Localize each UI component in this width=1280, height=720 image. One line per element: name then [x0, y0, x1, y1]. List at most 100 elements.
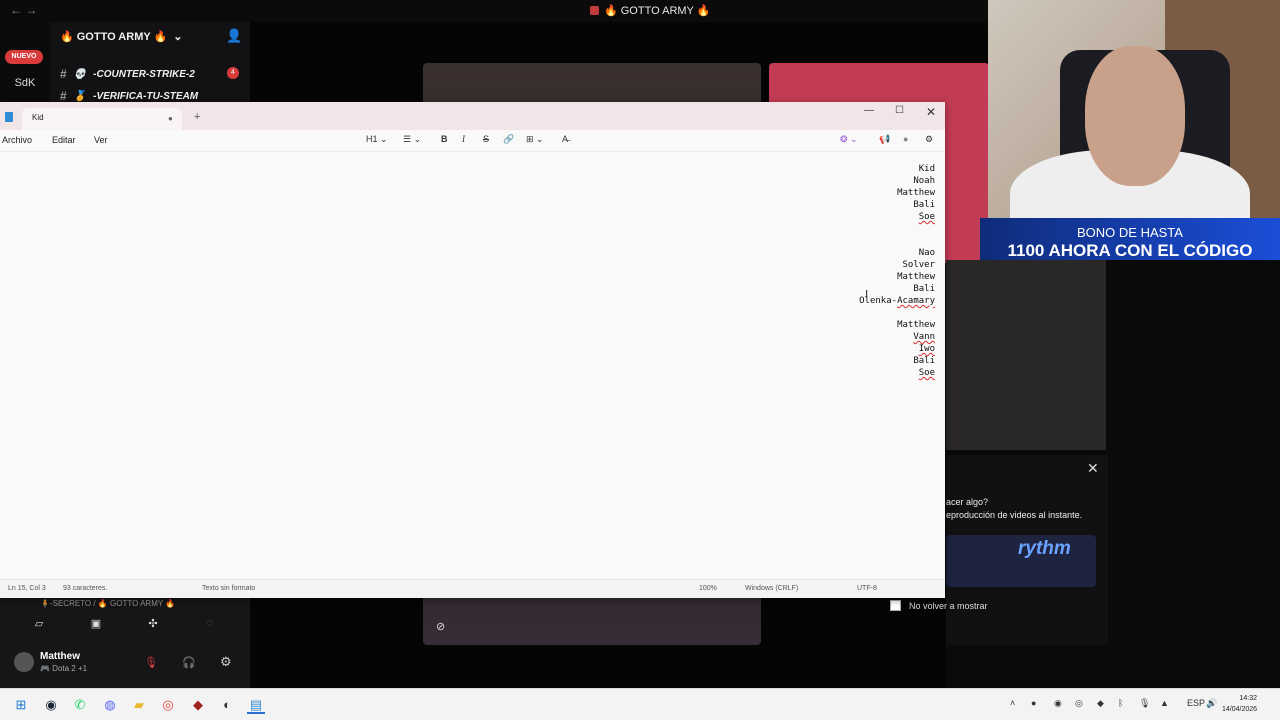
chevron-up-icon[interactable]: ˄: [1010, 698, 1015, 708]
add-member-icon[interactable]: 👤: [226, 28, 242, 44]
char-count: 93 caracteres.: [63, 585, 108, 592]
menu-editar[interactable]: Editar: [52, 135, 76, 145]
server-icon: [590, 6, 599, 15]
video-tile[interactable]: [946, 260, 1106, 450]
misspelled-word[interactable]: Vann: [913, 332, 935, 342]
volume-icon[interactable]: 🔊: [1206, 698, 1217, 709]
headphones-muted-icon[interactable]: 🎧: [182, 656, 196, 669]
user-status: 🎮 Dota 2 +1: [40, 664, 88, 673]
nav-arrows[interactable]: ← →: [10, 3, 37, 17]
channel-name: -VERIFICA-TU-STEAM: [93, 90, 199, 102]
line-endings[interactable]: Windows (CRLF): [745, 585, 798, 592]
clock[interactable]: 14:32 14/04/2026: [1222, 693, 1257, 715]
titlebar: Kid ● + — ☐ ✕: [0, 102, 945, 130]
format-status[interactable]: Texto sin formato: [202, 585, 255, 592]
editor-line: Solver: [902, 260, 935, 270]
editor-line: Kid: [919, 164, 935, 174]
copilot-icon[interactable]: ❂ ⌄: [840, 134, 858, 145]
mic-muted-icon[interactable]: 🎙: [144, 656, 158, 669]
steam-tray-icon[interactable]: ◎: [1075, 698, 1083, 709]
microphone-icon[interactable]: 🎙: [1139, 698, 1150, 709]
editor-line: Bali: [913, 200, 935, 210]
line-text: Matthew: [897, 320, 935, 330]
gear-icon[interactable]: ⚙: [925, 134, 933, 145]
line-text: Matthew: [897, 188, 935, 198]
heading-dropdown[interactable]: H1 ⌄: [366, 134, 388, 145]
tray-icon[interactable]: ◆: [1097, 698, 1104, 709]
network-icon[interactable]: ▲: [1160, 698, 1169, 708]
editor-area[interactable]: Kid Noah Matthew Bali Soe Nao Solver Matthew Bal…: [0, 152, 945, 579]
channel-item-verifica[interactable]: # 🏅 -VERIFICA-TU-STEAM: [60, 89, 198, 103]
minimize-icon[interactable]: —: [864, 105, 874, 116]
server-name[interactable]: 🔥 GOTTO ARMY 🔥 ⌄: [60, 30, 182, 43]
nuevo-badge[interactable]: NUEVO: [5, 50, 43, 64]
dont-show-label[interactable]: No volver a mostrar: [909, 601, 988, 611]
table-dropdown[interactable]: ⊞ ⌄: [526, 134, 544, 145]
tray-icon[interactable]: ●: [1031, 698, 1036, 708]
folder-icon[interactable]: ▰: [130, 696, 148, 714]
screen-share-icon[interactable]: ▣: [75, 617, 117, 631]
chrome-icon[interactable]: ◎: [159, 696, 177, 714]
stream-muted-icon[interactable]: ⊘: [436, 620, 445, 633]
soundboard-icon[interactable]: ◌: [189, 617, 231, 631]
line-text: Matthew: [897, 272, 935, 282]
discord-title-text: 🔥 GOTTO ARMY 🔥: [604, 5, 711, 17]
hash-icon: #: [60, 67, 67, 81]
list-dropdown[interactable]: ☰ ⌄: [403, 134, 421, 145]
cursor-position: Ln 15, Col 3: [8, 585, 46, 592]
italic-button[interactable]: I: [462, 134, 465, 144]
avatar[interactable]: [14, 652, 34, 672]
game-launcher-icon[interactable]: ◐: [218, 696, 236, 714]
strikethrough-button[interactable]: S: [483, 134, 489, 144]
misspelled-word[interactable]: Soe: [919, 368, 935, 378]
editor-line: Matthew: [897, 320, 935, 330]
menu-ver[interactable]: Ver: [94, 135, 108, 145]
dota-icon[interactable]: ◆: [189, 696, 207, 714]
misspelled-word[interactable]: Acamary: [897, 296, 935, 306]
account-icon[interactable]: ●: [903, 134, 908, 144]
clock-time: 14:32: [1239, 695, 1258, 702]
windows-start-icon[interactable]: ⊞: [12, 696, 30, 714]
camera-off-icon[interactable]: ▱: [18, 617, 60, 631]
editor-line: Matthew: [897, 188, 935, 198]
clear-format-icon[interactable]: A̶: [562, 134, 568, 144]
whatsapp-icon[interactable]: ✆: [71, 696, 89, 714]
misspelled-word[interactable]: Iwo: [919, 344, 935, 354]
tray-icon[interactable]: ◉: [1054, 698, 1062, 709]
close-icon[interactable]: ✕: [1087, 460, 1099, 477]
unsaved-dot-icon[interactable]: ●: [168, 114, 173, 123]
gear-icon[interactable]: ⚙: [220, 654, 232, 670]
editor-line: Matthew: [897, 272, 935, 282]
rythm-logo: rythm: [1018, 538, 1071, 559]
encoding[interactable]: UTF-8: [857, 585, 877, 592]
bluetooth-icon[interactable]: ᛒ: [1118, 698, 1123, 708]
editor-line: Bali: [913, 284, 935, 294]
discord-icon[interactable]: ◍: [101, 696, 119, 714]
maximize-icon[interactable]: ☐: [895, 105, 904, 116]
chevron-down-icon: ⌄: [173, 31, 183, 43]
new-tab-button[interactable]: +: [194, 111, 200, 123]
link-icon[interactable]: 🔗: [503, 134, 514, 145]
dont-show-checkbox[interactable]: [890, 600, 901, 611]
server-sdk[interactable]: SdK: [7, 72, 43, 94]
voice-panel: 🧍-SECRETO / 🔥 GOTTO ARMY 🔥 ▱ ▣ ✣ ◌ Matth…: [0, 598, 250, 688]
activities-icon[interactable]: ✣: [132, 617, 174, 631]
misspelled-word[interactable]: Soe: [919, 212, 935, 222]
megaphone-icon[interactable]: 📢: [879, 134, 890, 145]
menu-archivo[interactable]: Archivo: [2, 135, 32, 145]
popup-text: eproducción de videos al instante.: [946, 510, 1083, 520]
channel-name: -COUNTER-STRIKE-2: [93, 68, 195, 80]
language-indicator[interactable]: ESP: [1187, 698, 1205, 708]
steam-icon[interactable]: ◉: [42, 696, 60, 714]
list-icon: ☰: [403, 134, 412, 144]
editor-line: Soe: [919, 368, 935, 378]
close-icon[interactable]: ✕: [926, 105, 936, 119]
channel-item-counter-strike[interactable]: # 💀 -COUNTER-STRIKE-2: [60, 67, 195, 81]
discord-titlebar: ← → 🔥 GOTTO ARMY 🔥: [0, 0, 990, 22]
text-cursor-icon: I: [865, 288, 869, 301]
bold-button[interactable]: B: [441, 134, 448, 144]
tab-kid[interactable]: Kid ●: [22, 108, 182, 130]
zoom-level[interactable]: 100%: [699, 585, 717, 592]
voice-channel[interactable]: 🧍-SECRETO / 🔥 GOTTO ARMY 🔥: [40, 599, 175, 608]
notepad-taskbar-icon[interactable]: ▤: [247, 696, 265, 714]
